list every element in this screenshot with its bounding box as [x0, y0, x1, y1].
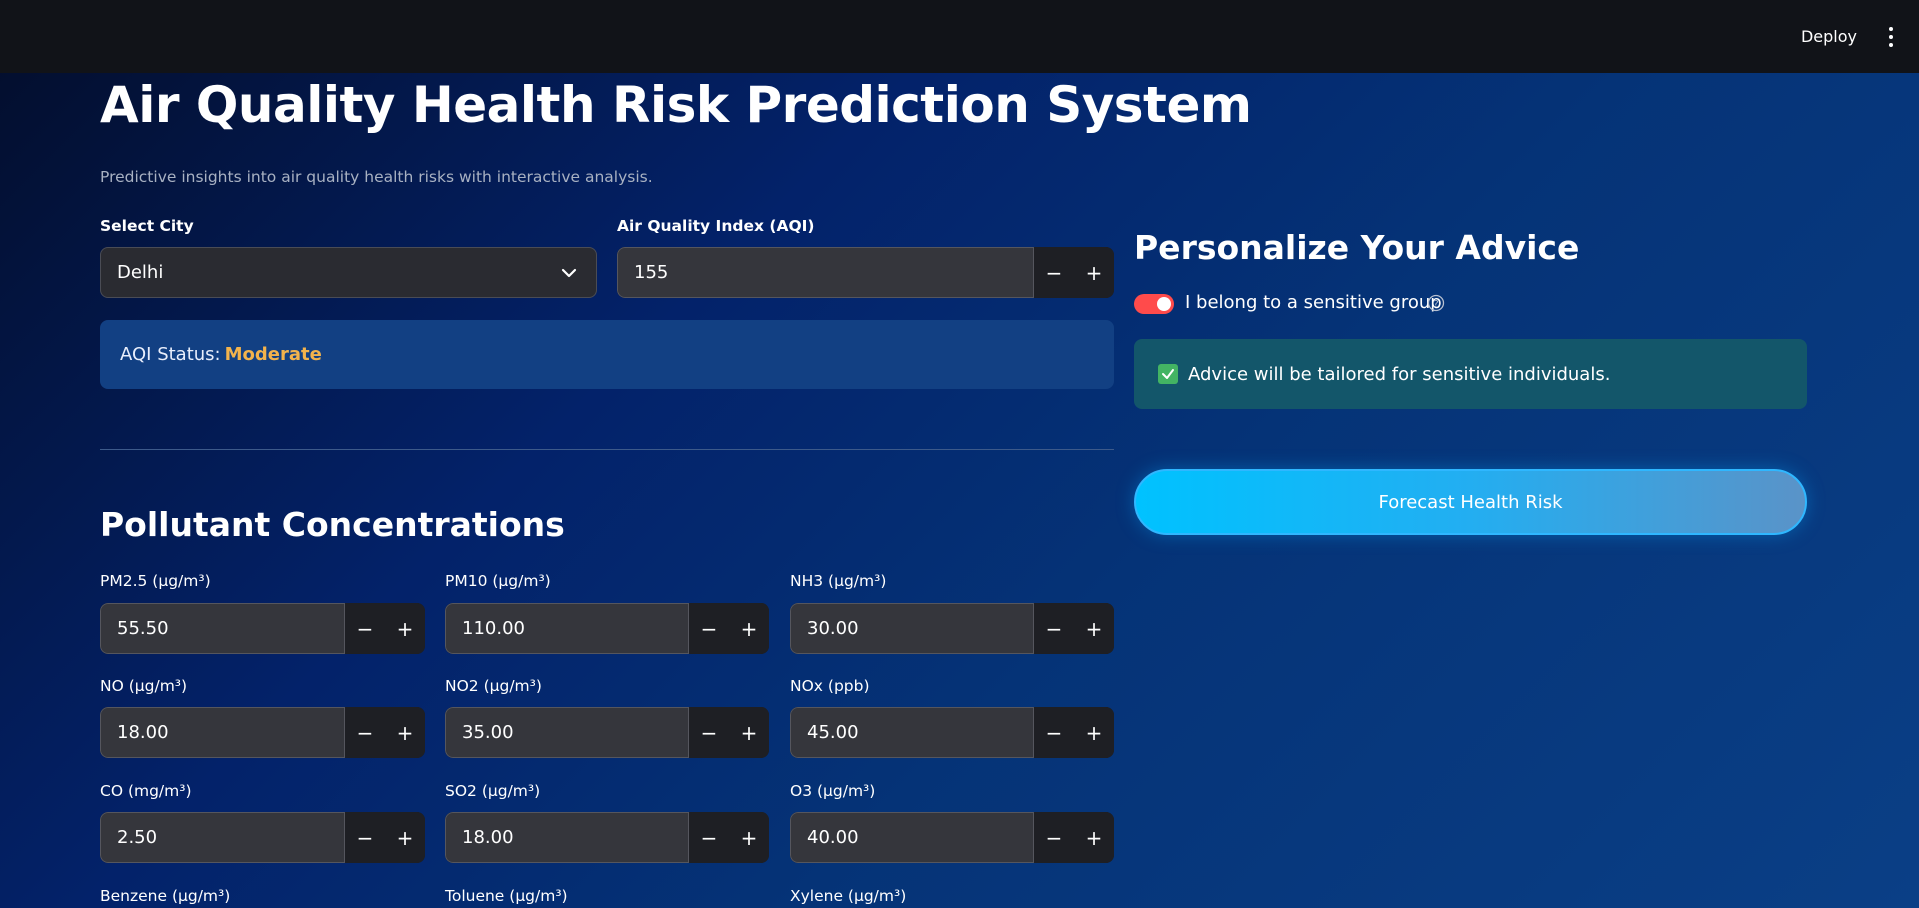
nox-stepper: 45.00 − + — [790, 707, 1114, 758]
advice-section-title: Personalize Your Advice — [1134, 228, 1580, 267]
help-icon[interactable]: ? — [1427, 294, 1445, 312]
co-decrement-button[interactable]: − — [345, 812, 385, 863]
pm25-increment-button[interactable]: + — [385, 603, 425, 654]
no2-label: NO2 (µg/m³) — [445, 677, 542, 695]
pm25-decrement-button[interactable]: − — [345, 603, 385, 654]
o3-stepper: 40.00 − + — [790, 812, 1114, 863]
page-title: Air Quality Health Risk Prediction Syste… — [100, 76, 1252, 134]
aqi-input[interactable]: 155 — [617, 247, 1034, 298]
nh3-stepper: 30.00 − + — [790, 603, 1114, 654]
benzene-label: Benzene (µg/m³) — [100, 887, 231, 905]
pm10-decrement-button[interactable]: − — [689, 603, 729, 654]
nh3-decrement-button[interactable]: − — [1034, 603, 1074, 654]
sensitive-group-toggle[interactable] — [1134, 294, 1174, 314]
pm10-input[interactable]: 110.00 — [445, 603, 689, 654]
section-divider — [100, 449, 1114, 450]
so2-input[interactable]: 18.00 — [445, 812, 689, 863]
nox-input[interactable]: 45.00 — [790, 707, 1034, 758]
no2-increment-button[interactable]: + — [729, 707, 769, 758]
svg-text:?: ? — [1433, 299, 1438, 310]
aqi-increment-button[interactable]: + — [1074, 247, 1114, 298]
co-input[interactable]: 2.50 — [100, 812, 345, 863]
nox-increment-button[interactable]: + — [1074, 707, 1114, 758]
toggle-knob — [1157, 297, 1171, 311]
no-increment-button[interactable]: + — [385, 707, 425, 758]
top-toolbar: Deploy — [0, 0, 1919, 73]
aqi-status-value: Moderate — [224, 344, 322, 365]
o3-label: O3 (µg/m³) — [790, 782, 876, 800]
forecast-health-risk-button[interactable]: Forecast Health Risk — [1134, 469, 1807, 535]
no-input[interactable]: 18.00 — [100, 707, 345, 758]
sensitive-group-label: I belong to a sensitive group — [1185, 292, 1442, 313]
so2-stepper: 18.00 − + — [445, 812, 769, 863]
so2-label: SO2 (µg/m³) — [445, 782, 541, 800]
co-label: CO (mg/m³) — [100, 782, 192, 800]
nh3-input[interactable]: 30.00 — [790, 603, 1034, 654]
so2-increment-button[interactable]: + — [729, 812, 769, 863]
aqi-stepper: 155 − + — [617, 247, 1114, 298]
pm25-label: PM2.5 (µg/m³) — [100, 572, 211, 590]
o3-increment-button[interactable]: + — [1074, 812, 1114, 863]
chevron-down-icon — [561, 268, 577, 278]
so2-decrement-button[interactable]: − — [689, 812, 729, 863]
pm25-input[interactable]: 55.50 — [100, 603, 345, 654]
toluene-label: Toluene (µg/m³) — [445, 887, 568, 905]
deploy-button[interactable]: Deploy — [1801, 27, 1857, 46]
nh3-label: NH3 (µg/m³) — [790, 572, 887, 590]
co-increment-button[interactable]: + — [385, 812, 425, 863]
aqi-decrement-button[interactable]: − — [1034, 247, 1074, 298]
nox-decrement-button[interactable]: − — [1034, 707, 1074, 758]
no-decrement-button[interactable]: − — [345, 707, 385, 758]
city-select-value: Delhi — [117, 262, 164, 283]
o3-decrement-button[interactable]: − — [1034, 812, 1074, 863]
o3-input[interactable]: 40.00 — [790, 812, 1034, 863]
city-select[interactable]: Delhi — [100, 247, 597, 298]
pm10-stepper: 110.00 − + — [445, 603, 769, 654]
aqi-status-label: AQI Status: — [120, 344, 221, 365]
nox-label: NOx (ppb) — [790, 677, 870, 695]
no2-input[interactable]: 35.00 — [445, 707, 689, 758]
kebab-menu-icon[interactable] — [1881, 23, 1901, 51]
pm10-increment-button[interactable]: + — [729, 603, 769, 654]
aqi-status-box: AQI Status: Moderate — [100, 320, 1114, 389]
pollutants-section-title: Pollutant Concentrations — [100, 505, 565, 544]
no-label: NO (µg/m³) — [100, 677, 188, 695]
sensitive-info-text: Advice will be tailored for sensitive in… — [1188, 363, 1611, 385]
pm10-label: PM10 (µg/m³) — [445, 572, 551, 590]
co-stepper: 2.50 − + — [100, 812, 425, 863]
city-select-label: Select City — [100, 217, 194, 235]
page-subtitle: Predictive insights into air quality hea… — [100, 168, 653, 186]
check-icon — [1158, 364, 1178, 384]
no2-decrement-button[interactable]: − — [689, 707, 729, 758]
pm25-stepper: 55.50 − + — [100, 603, 425, 654]
xylene-label: Xylene (µg/m³) — [790, 887, 907, 905]
no-stepper: 18.00 − + — [100, 707, 425, 758]
nh3-increment-button[interactable]: + — [1074, 603, 1114, 654]
sensitive-info-alert: Advice will be tailored for sensitive in… — [1134, 339, 1807, 409]
no2-stepper: 35.00 − + — [445, 707, 769, 758]
aqi-input-label: Air Quality Index (AQI) — [617, 217, 815, 235]
